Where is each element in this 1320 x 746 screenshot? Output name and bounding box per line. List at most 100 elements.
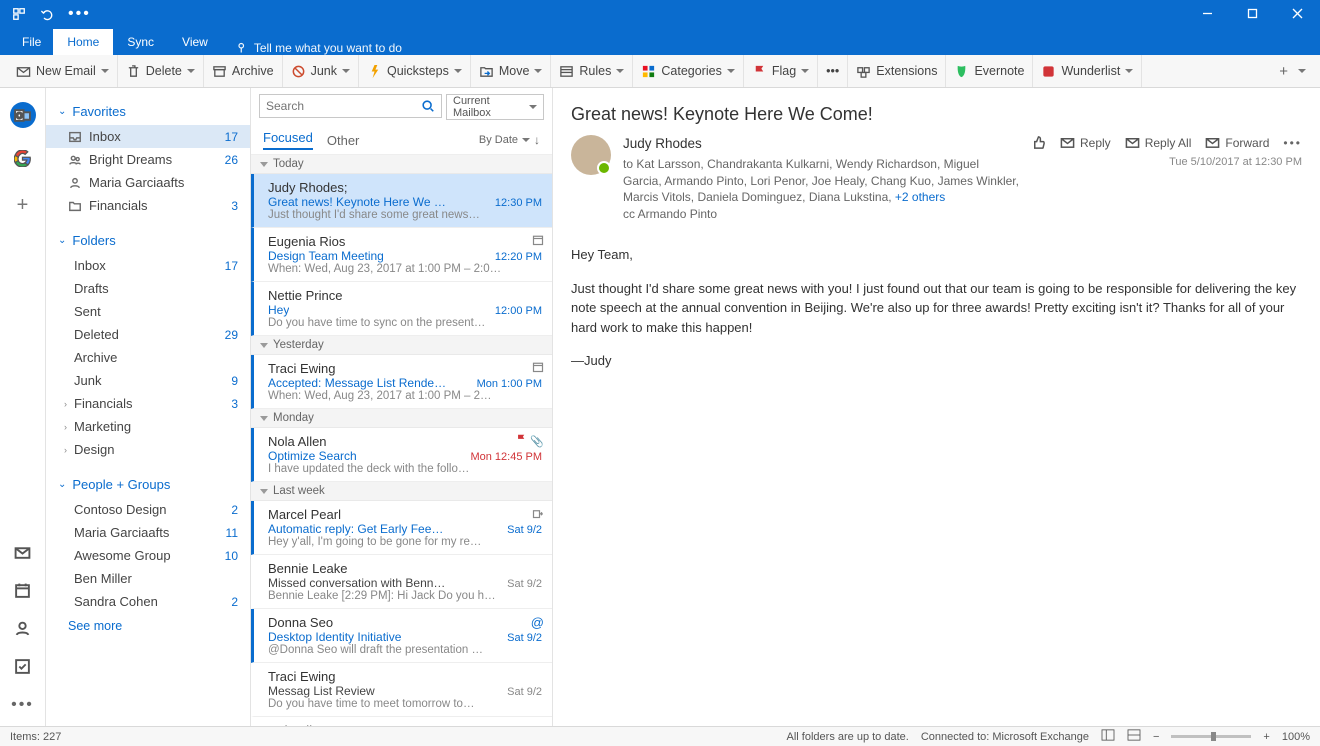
- search-input[interactable]: [259, 94, 442, 118]
- folder-item[interactable]: Inbox17: [46, 125, 250, 148]
- rail-tasks-icon[interactable]: [14, 658, 31, 680]
- view-reading-icon[interactable]: [1127, 729, 1141, 744]
- folder-item[interactable]: Archive: [46, 346, 250, 369]
- favorites-header[interactable]: ⌄Favorites: [46, 98, 250, 125]
- rules-button[interactable]: Rules: [551, 55, 633, 87]
- add-account-button[interactable]: +: [17, 194, 29, 217]
- message-item[interactable]: Nola Allen: [251, 717, 552, 726]
- zoom-slider[interactable]: [1171, 735, 1251, 738]
- date-group-header[interactable]: Last week: [251, 482, 552, 501]
- folder-item[interactable]: ›Design: [46, 438, 250, 461]
- forward-button[interactable]: Forward: [1205, 135, 1269, 150]
- new-email-button[interactable]: New Email: [8, 55, 118, 87]
- email-body: Hey Team, Just thought I'd share some gr…: [571, 245, 1302, 371]
- folder-item[interactable]: Sandra Cohen2: [46, 590, 250, 613]
- date-group-header[interactable]: Monday: [251, 409, 552, 428]
- rail-mail-icon[interactable]: [14, 544, 31, 566]
- flag-button[interactable]: Flag: [744, 55, 818, 87]
- status-connection: Connected to: Microsoft Exchange: [921, 731, 1089, 743]
- message-item[interactable]: Bennie Leake Missed conversation with Be…: [251, 555, 552, 609]
- message-item[interactable]: Eugenia Rios Design Team Meeting12:20 PM…: [251, 228, 552, 282]
- reply-button[interactable]: Reply: [1060, 135, 1111, 150]
- reading-pane: Great news! Keynote Here We Come! Judy R…: [553, 88, 1320, 726]
- search-scope-dropdown[interactable]: Current Mailbox: [446, 94, 544, 120]
- view-normal-icon[interactable]: [1101, 729, 1115, 744]
- message-item[interactable]: Judy Rhodes; Great news! Keynote Here We…: [251, 174, 552, 228]
- folder-item[interactable]: Financials3: [46, 194, 250, 217]
- sender-name: Judy Rhodes: [623, 135, 1019, 154]
- qat-more-icon[interactable]: •••: [68, 5, 91, 23]
- account-google-icon[interactable]: [14, 150, 31, 172]
- message-item[interactable]: Nettie Prince Hey12:00 PM Do you have ti…: [251, 282, 552, 336]
- tab-file[interactable]: File: [10, 29, 53, 55]
- rail-more-icon[interactable]: •••: [11, 696, 34, 714]
- minimize-button[interactable]: [1185, 0, 1230, 27]
- extensions-button[interactable]: Extensions: [848, 55, 946, 87]
- recipients-cc: cc Armando Pinto: [623, 206, 1019, 223]
- rail-people-icon[interactable]: [14, 620, 31, 642]
- zoom-out-button[interactable]: −: [1153, 731, 1159, 743]
- tab-home[interactable]: Home: [53, 29, 113, 55]
- message-item[interactable]: Marcel Pearl Automatic reply: Get Early …: [251, 501, 552, 555]
- app-icon: [12, 7, 26, 21]
- folder-item[interactable]: Drafts: [46, 277, 250, 300]
- wunderlist-button[interactable]: Wunderlist: [1033, 55, 1142, 87]
- message-item[interactable]: Traci Ewing Messag List ReviewSat 9/2 Do…: [251, 663, 552, 717]
- folder-item[interactable]: ›Marketing: [46, 415, 250, 438]
- email-subject: Great news! Keynote Here We Come!: [571, 104, 1302, 125]
- status-items: Items: 227: [10, 731, 61, 743]
- junk-button[interactable]: Junk: [283, 55, 359, 87]
- folder-item[interactable]: ›Financials3: [46, 392, 250, 415]
- folder-item[interactable]: Sent: [46, 300, 250, 323]
- zoom-level: 100%: [1282, 731, 1310, 743]
- folders-header[interactable]: ⌄Folders: [46, 227, 250, 254]
- folder-item[interactable]: Bright Dreams26: [46, 148, 250, 171]
- people-groups-header[interactable]: ⌄People + Groups: [46, 471, 250, 498]
- tab-other[interactable]: Other: [327, 133, 360, 148]
- maximize-button[interactable]: [1230, 0, 1275, 27]
- date-group-header[interactable]: Today: [251, 155, 552, 174]
- undo-icon[interactable]: [40, 7, 54, 21]
- zoom-in-button[interactable]: +: [1263, 731, 1269, 743]
- folder-item[interactable]: Contoso Design2: [46, 498, 250, 521]
- folder-item[interactable]: Maria Garciaafts11: [46, 521, 250, 544]
- evernote-button[interactable]: Evernote: [946, 55, 1033, 87]
- sender-avatar[interactable]: [571, 135, 611, 175]
- delete-button[interactable]: Delete: [118, 55, 204, 87]
- status-sync: All folders are up to date.: [787, 731, 909, 743]
- folder-item[interactable]: Inbox17: [46, 254, 250, 277]
- account-outlook-icon[interactable]: O: [10, 102, 36, 128]
- folder-pane: ⌄Favorites Inbox17Bright Dreams26Maria G…: [46, 88, 251, 726]
- tab-sync[interactable]: Sync: [113, 29, 168, 55]
- folder-item[interactable]: Deleted29: [46, 323, 250, 346]
- message-item[interactable]: Traci Ewing Accepted: Message List Rende…: [251, 355, 552, 409]
- close-button[interactable]: [1275, 0, 1320, 27]
- reply-all-button[interactable]: Reply All: [1125, 135, 1192, 150]
- message-more-icon[interactable]: •••: [1283, 136, 1302, 150]
- categories-button[interactable]: Categories: [633, 55, 743, 87]
- date-group-header[interactable]: Yesterday: [251, 336, 552, 355]
- tell-me-search[interactable]: Tell me what you want to do: [236, 41, 402, 55]
- folder-item[interactable]: Ben Miller: [46, 567, 250, 590]
- move-button[interactable]: Move: [471, 55, 552, 87]
- folder-item[interactable]: Junk9: [46, 369, 250, 392]
- archive-button[interactable]: Archive: [204, 55, 283, 87]
- folder-item[interactable]: Maria Garciaafts: [46, 171, 250, 194]
- toolbar-options-icon[interactable]: [1298, 69, 1306, 73]
- see-more-link[interactable]: See more: [46, 613, 250, 639]
- ribbon-toolbar: New Email Delete Archive Junk Quicksteps…: [0, 55, 1320, 88]
- email-date: Tue 5/10/2017 at 12:30 PM: [1031, 156, 1302, 168]
- folder-item[interactable]: Awesome Group10: [46, 544, 250, 567]
- rail-calendar-icon[interactable]: [14, 582, 31, 604]
- quicksteps-button[interactable]: Quicksteps: [359, 55, 471, 87]
- like-button[interactable]: [1031, 135, 1046, 150]
- message-item[interactable]: @ Donna Seo Desktop Identity InitiativeS…: [251, 609, 552, 663]
- tab-view[interactable]: View: [168, 29, 222, 55]
- message-list[interactable]: Today Judy Rhodes; Great news! Keynote H…: [251, 155, 552, 726]
- toolbar-add-icon[interactable]: +: [1279, 63, 1288, 80]
- message-item[interactable]: 📎 Nola Allen Optimize SearchMon 12:45 PM…: [251, 428, 552, 482]
- tab-focused[interactable]: Focused: [263, 130, 313, 150]
- tell-me-label: Tell me what you want to do: [254, 41, 402, 55]
- toolbar-more-icon[interactable]: •••: [818, 55, 848, 87]
- sort-dropdown[interactable]: By Date ↓: [479, 133, 540, 147]
